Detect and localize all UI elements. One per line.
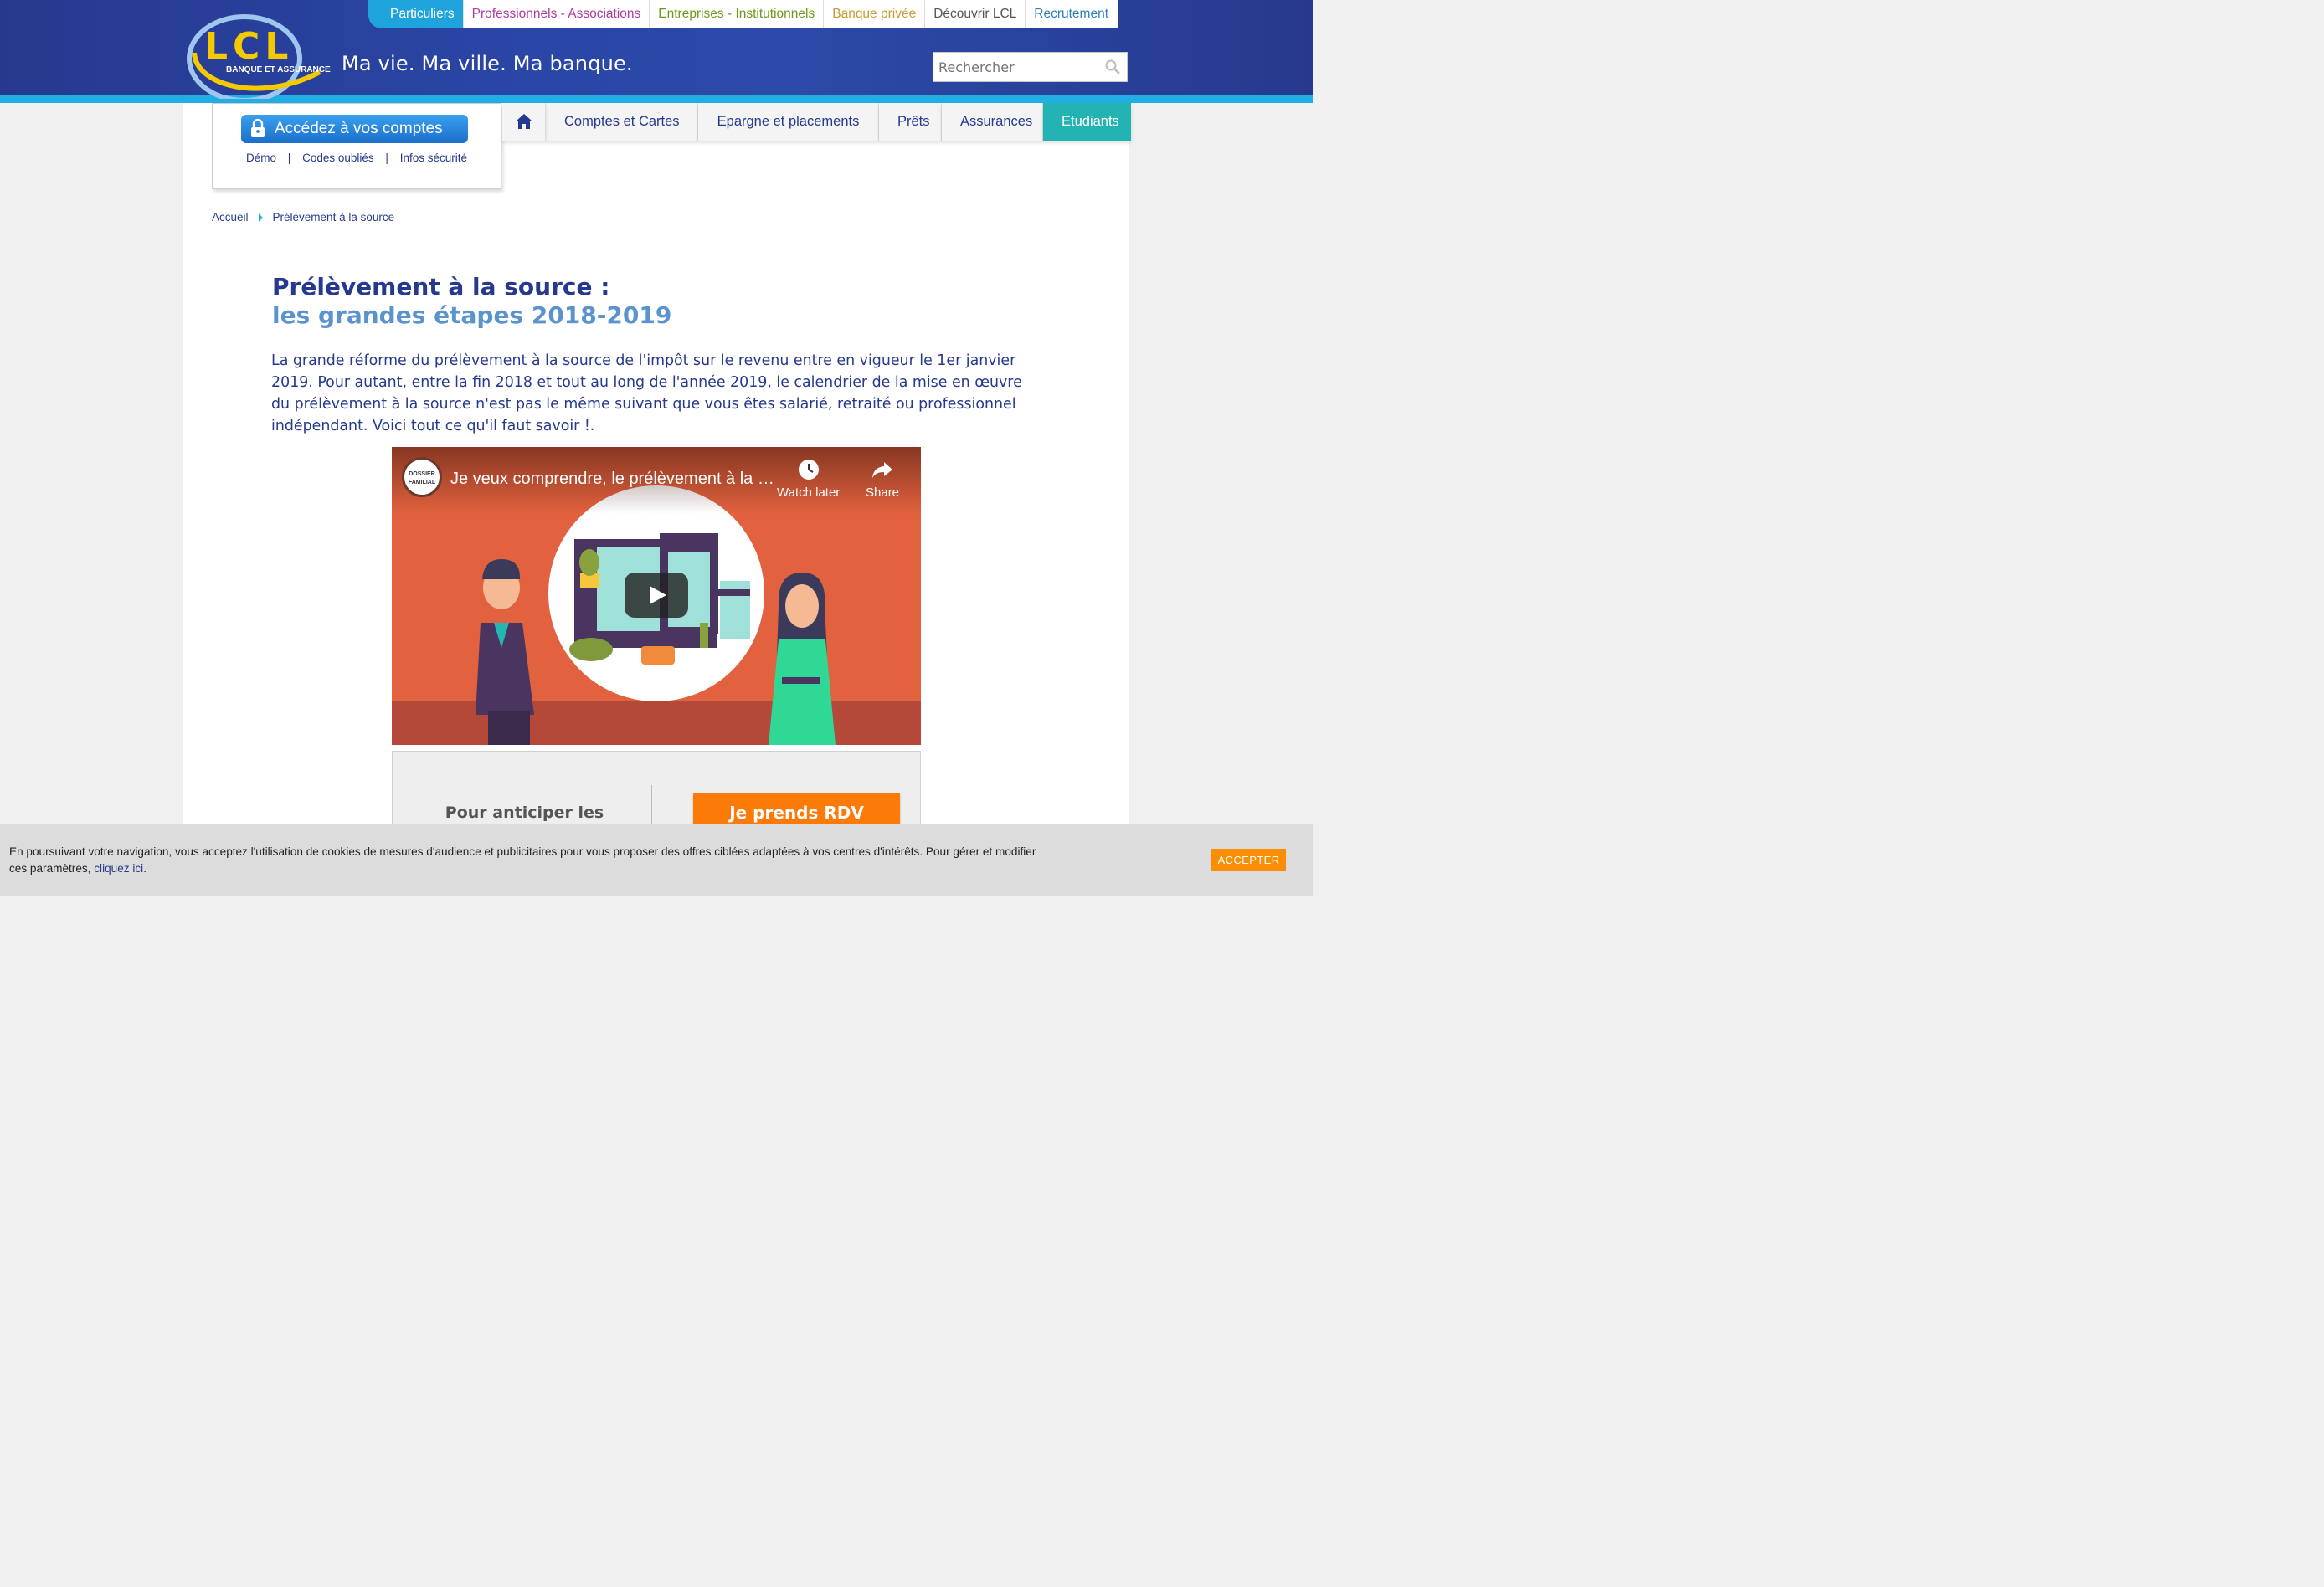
access-accounts-label: Accédez à vos comptes [275, 120, 443, 137]
security-info-link[interactable]: Infos sécurité [400, 152, 467, 164]
nav-assurances[interactable]: Assurances [942, 103, 1043, 141]
main-nav: Comptes et Cartes Epargne et placements … [502, 103, 1131, 141]
share-button[interactable]: Share [866, 459, 899, 500]
play-icon [650, 586, 666, 604]
forgotten-codes-link[interactable]: Codes oubliés [302, 152, 374, 164]
tab-particuliers[interactable]: Particuliers [368, 0, 464, 28]
breadcrumb: Accueil Prélèvement à la source [212, 211, 394, 223]
cookie-text: En poursuivant votre navigation, vous ac… [9, 844, 1039, 877]
channel-avatar[interactable]: DOSSIER FAMILIAL [402, 457, 442, 497]
play-button[interactable] [625, 573, 688, 618]
page-title: Prélèvement à la source : [272, 273, 610, 300]
nav-home[interactable] [502, 103, 546, 141]
page-subtitle: les grandes étapes 2018-2019 [272, 301, 672, 329]
top-tabs: Particuliers Professionnels - Associatio… [368, 0, 1118, 28]
breadcrumb-arrow-icon [258, 213, 263, 222]
login-links: Démo | Codes oubliés | Infos sécurité [213, 152, 501, 164]
nav-etudiants[interactable]: Etudiants [1043, 103, 1131, 141]
lcl-logo[interactable]: LCL BANQUE ET ASSURANCE [186, 7, 332, 103]
clock-icon [798, 460, 819, 480]
access-accounts-button[interactable]: Accédez à vos comptes [241, 115, 468, 143]
logo-text: LCL [204, 25, 293, 68]
video-title[interactable]: Je veux comprendre, le prélèvement à la … [450, 470, 777, 489]
search-icon[interactable] [1105, 59, 1120, 74]
nav-epargne[interactable]: Epargne et placements [698, 103, 879, 141]
accept-cookies-button[interactable]: ACCEPTER [1211, 849, 1286, 871]
cookie-settings-link[interactable]: cliquez ici [94, 862, 143, 875]
separator: | [385, 152, 388, 164]
logo-subtext: BANQUE ET ASSURANCE [226, 65, 331, 74]
nav-prets[interactable]: Prêts [879, 103, 942, 141]
breadcrumb-home[interactable]: Accueil [212, 211, 249, 223]
tab-recrutement[interactable]: Recrutement [1026, 0, 1118, 28]
intro-paragraph: La grande réforme du prélèvement à la so… [271, 352, 1022, 434]
cookie-banner: En poursuivant votre navigation, vous ac… [0, 824, 1313, 896]
tab-entreprises[interactable]: Entreprises - Institutionnels [650, 0, 825, 28]
login-box: Accédez à vos comptes Démo | Codes oubli… [212, 103, 501, 189]
cookie-message: En poursuivant votre navigation, vous ac… [9, 845, 1036, 875]
tab-decouvrir-lcl[interactable]: Découvrir LCL [925, 0, 1026, 28]
nav-comptes-cartes[interactable]: Comptes et Cartes [546, 103, 698, 141]
home-icon [516, 114, 532, 129]
breadcrumb-current: Prélèvement à la source [272, 211, 395, 223]
watch-later-button[interactable]: Watch later [777, 459, 840, 500]
cookie-suffix: . [143, 862, 147, 875]
tab-professionnels[interactable]: Professionnels - Associations [463, 0, 650, 28]
share-label: Share [866, 485, 900, 500]
share-icon [872, 462, 893, 478]
watch-later-label: Watch later [777, 485, 841, 500]
demo-link[interactable]: Démo [246, 152, 276, 164]
lock-icon [251, 119, 265, 137]
search-input[interactable] [937, 53, 1099, 81]
tab-banque-privee[interactable]: Banque privée [824, 0, 926, 28]
tagline: Ma vie. Ma ville. Ma banque. [342, 52, 633, 75]
search-box [933, 52, 1128, 82]
youtube-video[interactable]: DOSSIER FAMILIAL Je veux comprendre, le … [392, 447, 921, 745]
separator: | [287, 152, 291, 164]
